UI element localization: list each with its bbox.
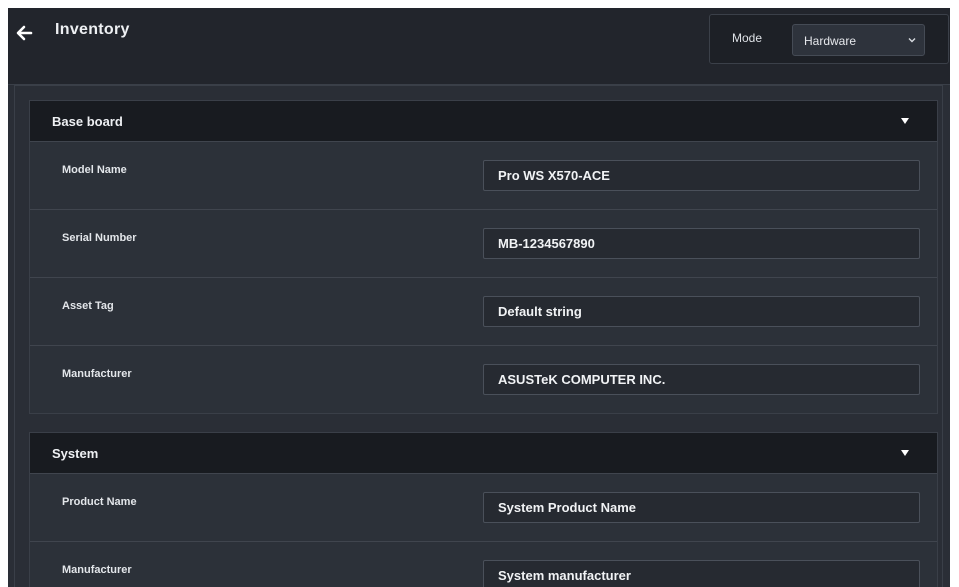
system-manufacturer-field[interactable]	[483, 560, 920, 587]
row-product-name: Product Name	[30, 473, 937, 541]
row-serial-number: Serial Number	[30, 209, 937, 277]
row-label: Manufacturer	[62, 564, 132, 576]
row-label: Manufacturer	[62, 368, 132, 380]
section-title: Base board	[52, 114, 123, 129]
mode-panel: Mode Hardware	[709, 14, 949, 64]
section-header-system[interactable]: System	[30, 433, 937, 473]
row-system-manufacturer: Manufacturer	[30, 541, 937, 587]
row-model-name: Model Name	[30, 141, 937, 209]
row-label: Product Name	[62, 496, 137, 508]
serial-number-field[interactable]	[483, 228, 920, 259]
caret-down-icon	[901, 450, 909, 456]
row-manufacturer: Manufacturer	[30, 345, 937, 413]
asset-tag-field[interactable]	[483, 296, 920, 327]
manufacturer-field[interactable]	[483, 364, 920, 395]
caret-down-icon	[901, 118, 909, 124]
inventory-window: Inventory Mode Hardware Base board Model…	[8, 8, 950, 587]
row-label: Asset Tag	[62, 300, 114, 312]
inventory-content: Base board Model Name Serial Number Asse…	[14, 85, 943, 587]
section-title: System	[52, 446, 99, 461]
row-label: Model Name	[62, 164, 127, 176]
section-header-base-board[interactable]: Base board	[30, 101, 937, 141]
row-label: Serial Number	[62, 232, 137, 244]
section-base-board: Base board Model Name Serial Number Asse…	[29, 100, 938, 414]
mode-select[interactable]: Hardware	[792, 24, 925, 56]
mode-select-value: Hardware	[804, 34, 857, 48]
arrow-left-icon[interactable]	[14, 23, 34, 43]
model-name-field[interactable]	[483, 160, 920, 191]
page-header: Inventory Mode Hardware	[8, 8, 950, 85]
product-name-field[interactable]	[483, 492, 920, 523]
row-asset-tag: Asset Tag	[30, 277, 937, 345]
section-system: System Product Name Manufacturer	[29, 432, 938, 587]
mode-label: Mode	[732, 31, 763, 45]
chevron-down-icon	[908, 38, 916, 43]
page-title: Inventory	[55, 21, 130, 38]
